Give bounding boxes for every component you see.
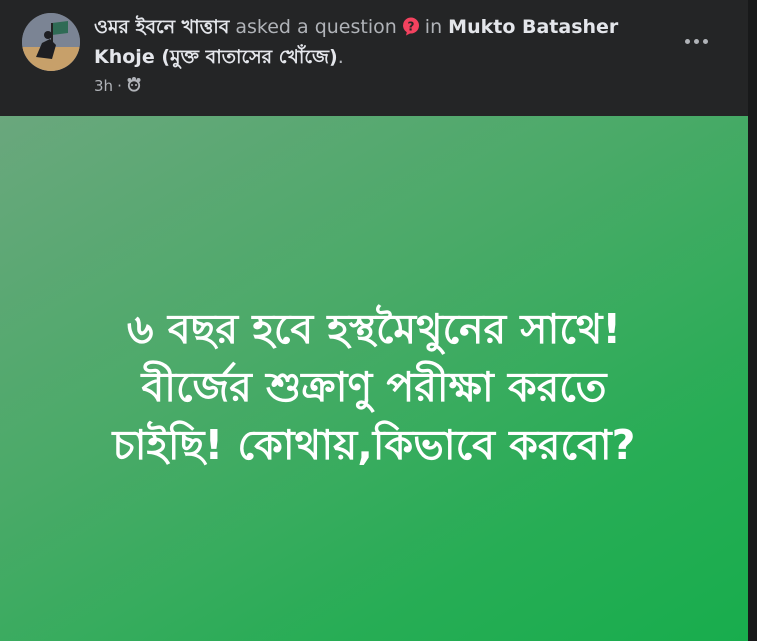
more-dot xyxy=(693,38,699,44)
post-preposition: in xyxy=(424,16,443,38)
group-audience-icon[interactable] xyxy=(126,76,142,96)
separator-dot: · xyxy=(117,77,122,95)
post-time[interactable]: 3h xyxy=(94,77,113,95)
svg-text:?: ? xyxy=(407,20,414,34)
more-dot xyxy=(684,38,690,44)
right-scroll-edge xyxy=(748,0,757,641)
post-header: ওমর ইবনে খাত্তাব asked a question? in Muk… xyxy=(0,0,748,116)
post-period: . xyxy=(337,46,344,68)
author-name[interactable]: ওমর ইবনে খাত্তাব xyxy=(94,16,229,38)
more-dot xyxy=(702,38,708,44)
author-avatar[interactable] xyxy=(22,13,80,71)
more-options-icon[interactable] xyxy=(676,26,716,56)
post-action: asked a question xyxy=(235,16,397,38)
question-bubble-icon: ? xyxy=(401,16,421,44)
post-card: ওমর ইবনে খাত্তাব asked a question? in Muk… xyxy=(0,0,748,641)
question-background[interactable]: ৬ বছর হবে হস্থমৈথুনের সাথে! বীর্জের শুক্… xyxy=(0,116,748,641)
question-text: ৬ বছর হবে হস্থমৈথুনের সাথে! বীর্জের শুক্… xyxy=(112,305,636,469)
post-subline: 3h · xyxy=(94,76,142,96)
post-meta: ওমর ইবনে খাত্তাব asked a question? in Muk… xyxy=(94,14,654,71)
